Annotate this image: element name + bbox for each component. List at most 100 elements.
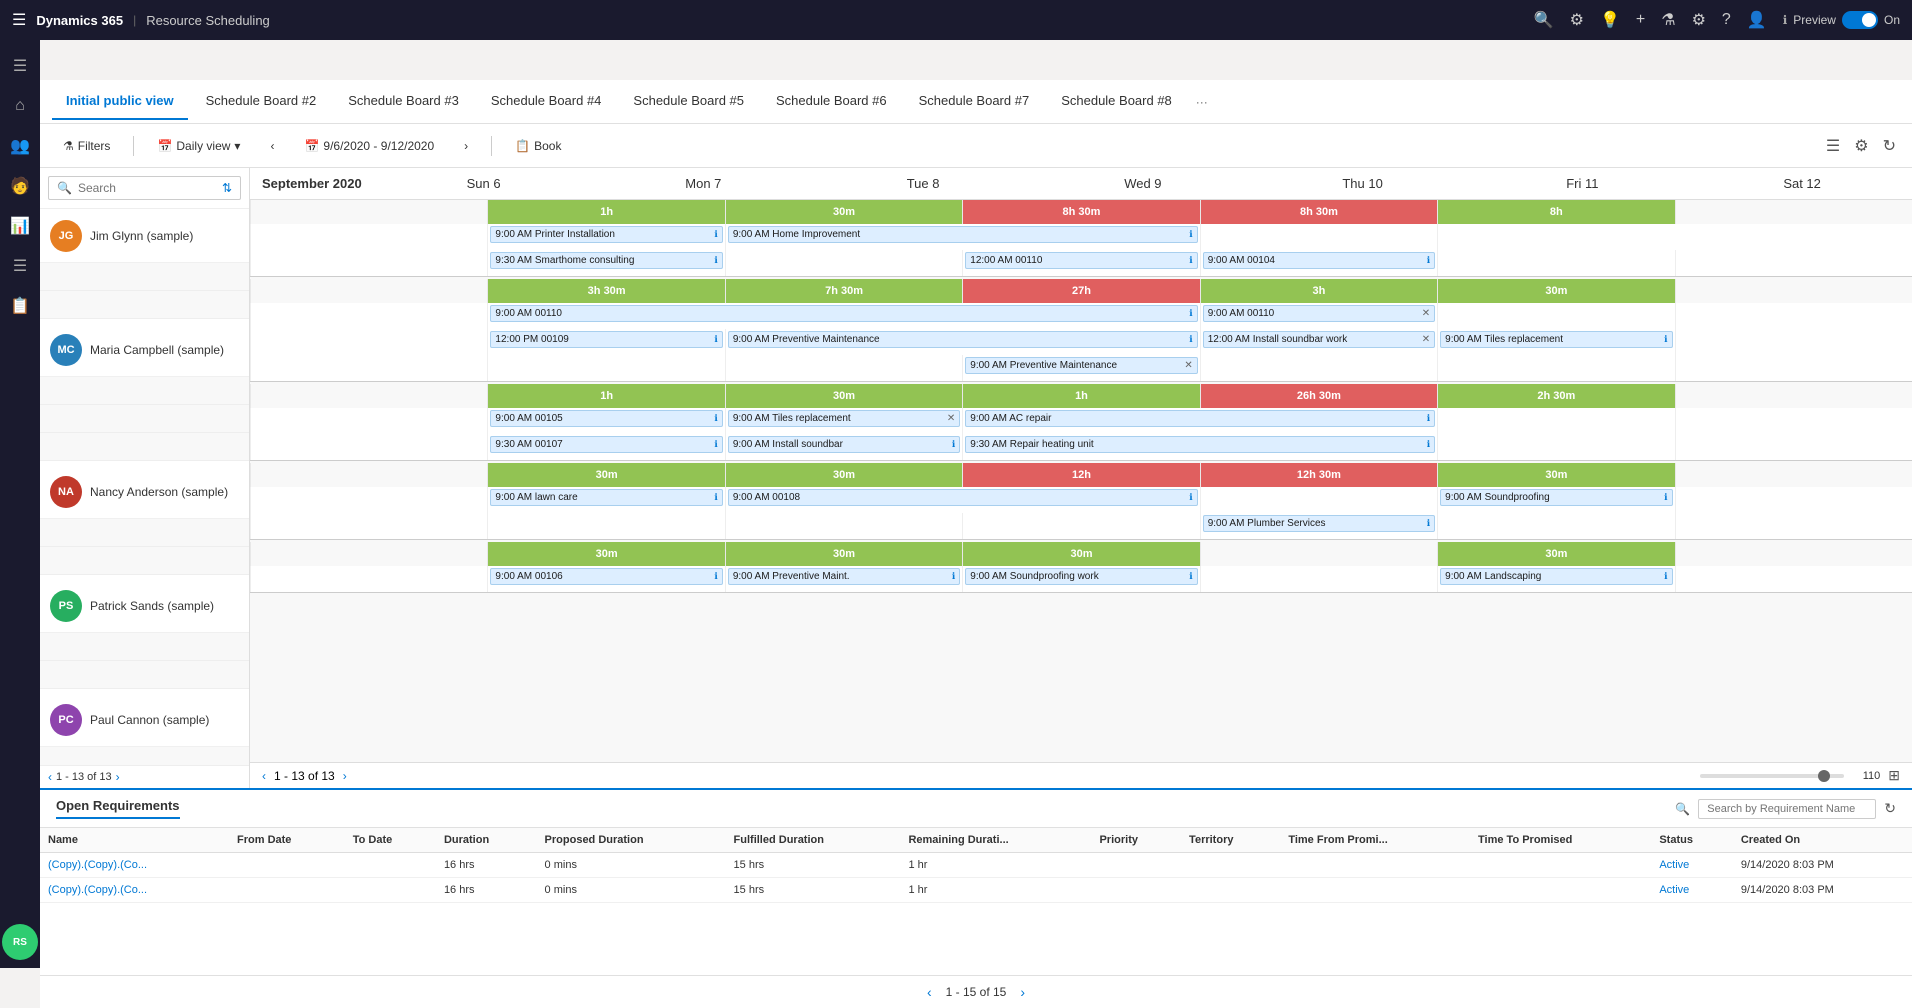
- refresh-button[interactable]: ↻: [1879, 132, 1900, 160]
- event-na-tiles-x[interactable]: 9:00 AM Tiles replacement ✕: [728, 410, 960, 427]
- tab-schedule-board-4[interactable]: Schedule Board #4: [477, 83, 616, 120]
- event-info-icon[interactable]: ℹ: [1189, 492, 1192, 503]
- event-close-icon[interactable]: ✕: [1422, 308, 1430, 319]
- event-ps-plumber[interactable]: 9:00 AM Plumber Services ℹ: [1203, 515, 1435, 532]
- help-icon[interactable]: ?: [1722, 11, 1731, 29]
- event-info-icon[interactable]: ℹ: [1189, 334, 1192, 345]
- nav-home[interactable]: ⌂: [2, 88, 38, 124]
- col-priority[interactable]: Priority: [1091, 828, 1181, 853]
- zoom-expand-button[interactable]: ⊞: [1888, 767, 1900, 784]
- event-ps-lawn[interactable]: 9:00 AM lawn care ℹ: [490, 489, 722, 506]
- event-na-00105[interactable]: 9:00 AM 00105 ℹ: [490, 410, 722, 427]
- search-icon[interactable]: 🔍: [1534, 10, 1554, 30]
- event-mc-prev-maint[interactable]: 9:00 AM Preventive Maintenance ℹ: [728, 331, 1198, 348]
- event-mc-soundbar-x[interactable]: 12:00 AM Install soundbar work ✕: [1203, 331, 1435, 348]
- plus-icon[interactable]: +: [1636, 11, 1645, 29]
- page-prev-button[interactable]: ‹: [921, 982, 938, 1002]
- event-ps-00108[interactable]: 9:00 AM 00108 ℹ: [728, 489, 1198, 506]
- bulb-icon[interactable]: 💡: [1600, 10, 1620, 30]
- tab-schedule-board-3[interactable]: Schedule Board #3: [334, 83, 473, 120]
- view-selector-button[interactable]: 📅 Daily view ▾: [146, 134, 251, 158]
- resource-item-ps[interactable]: PS Patrick Sands (sample): [40, 579, 249, 633]
- filters-button[interactable]: ⚗ Filters: [52, 134, 121, 158]
- search-input[interactable]: [78, 181, 216, 195]
- event-mc-00109[interactable]: 12:00 PM 00109 ℹ: [490, 331, 722, 348]
- event-info-icon[interactable]: ℹ: [952, 571, 955, 582]
- col-time-from[interactable]: Time From Promi...: [1280, 828, 1470, 853]
- tab-schedule-board-5[interactable]: Schedule Board #5: [619, 83, 758, 120]
- event-pc-landscaping[interactable]: 9:00 AM Landscaping ℹ: [1440, 568, 1672, 585]
- col-from-date[interactable]: From Date: [229, 828, 345, 853]
- date-range-button[interactable]: 📅 9/6/2020 - 9/12/2020: [293, 134, 445, 158]
- event-info-icon[interactable]: ℹ: [714, 439, 717, 450]
- list-view-button[interactable]: ☰: [1822, 132, 1844, 160]
- event-mc-prev-maint-x[interactable]: 9:00 AM Preventive Maintenance ✕: [965, 357, 1197, 374]
- col-to-date[interactable]: To Date: [345, 828, 436, 853]
- nav-person[interactable]: 🧑: [2, 168, 38, 204]
- event-pc-00106[interactable]: 9:00 AM 00106 ℹ: [490, 568, 722, 585]
- col-duration[interactable]: Duration: [436, 828, 537, 853]
- col-territory[interactable]: Territory: [1181, 828, 1280, 853]
- tab-schedule-board-6[interactable]: Schedule Board #6: [762, 83, 901, 120]
- book-button[interactable]: 📋 Book: [504, 134, 572, 158]
- event-mc-tiles[interactable]: 9:00 AM Tiles replacement ℹ: [1440, 331, 1672, 348]
- filter-icon[interactable]: ⚗: [1661, 10, 1675, 30]
- col-status[interactable]: Status: [1651, 828, 1733, 853]
- event-jg-00110[interactable]: 12:00 AM 00110 ℹ: [965, 252, 1197, 269]
- req-status-link-1[interactable]: Active: [1659, 859, 1689, 871]
- user-icon[interactable]: 👤: [1747, 10, 1767, 30]
- search-requirement-input[interactable]: [1707, 803, 1867, 815]
- nav-list[interactable]: ☰: [2, 248, 38, 284]
- res-prev-button[interactable]: ‹: [48, 770, 52, 784]
- settings-icon[interactable]: ⚙: [1570, 10, 1584, 30]
- event-info-icon[interactable]: ℹ: [1664, 334, 1667, 345]
- resource-item-pc[interactable]: PC Paul Cannon (sample): [40, 693, 249, 747]
- settings-button[interactable]: ⚙: [1850, 132, 1872, 160]
- event-jg-home-improvement[interactable]: 9:00 AM Home Improvement ℹ: [728, 226, 1198, 243]
- sort-icon[interactable]: ⇅: [222, 181, 232, 195]
- col-fulfilled-duration[interactable]: Fulfilled Duration: [726, 828, 901, 853]
- event-info-icon[interactable]: ℹ: [714, 413, 717, 424]
- hamburger-icon[interactable]: ☰: [12, 10, 26, 30]
- grid-prev-button[interactable]: ‹: [262, 769, 266, 783]
- nav-board[interactable]: 📋: [2, 288, 38, 324]
- col-name[interactable]: Name: [40, 828, 229, 853]
- event-info-icon[interactable]: ℹ: [714, 229, 717, 240]
- col-proposed-duration[interactable]: Proposed Duration: [537, 828, 726, 853]
- event-close-icon[interactable]: ✕: [1422, 334, 1430, 345]
- event-na-ac-repair[interactable]: 9:00 AM AC repair ℹ: [965, 410, 1435, 427]
- event-info-icon[interactable]: ℹ: [952, 439, 955, 450]
- col-created-on[interactable]: Created On: [1733, 828, 1912, 853]
- event-mc-00110-x[interactable]: 9:00 AM 00110 ✕: [1203, 305, 1435, 322]
- col-time-to[interactable]: Time To Promised: [1470, 828, 1651, 853]
- event-info-icon[interactable]: ℹ: [1189, 571, 1192, 582]
- nav-user-badge[interactable]: RS: [2, 924, 38, 960]
- event-info-icon[interactable]: ℹ: [1427, 439, 1430, 450]
- nav-hamburger[interactable]: ☰: [2, 48, 38, 84]
- event-info-icon[interactable]: ℹ: [714, 492, 717, 503]
- event-jg-printer[interactable]: 9:00 AM Printer Installation ℹ: [490, 226, 722, 243]
- event-na-00107[interactable]: 9:30 AM 00107 ℹ: [490, 436, 722, 453]
- event-mc-00110-wide[interactable]: 9:00 AM 00110 ℹ: [490, 305, 1197, 322]
- tabs-overflow[interactable]: ···: [1190, 87, 1214, 117]
- prev-date-button[interactable]: ‹: [259, 134, 285, 158]
- event-close-icon[interactable]: ✕: [1184, 360, 1192, 371]
- tab-initial-public-view[interactable]: Initial public view: [52, 83, 188, 120]
- col-remaining[interactable]: Remaining Durati...: [900, 828, 1091, 853]
- next-date-button[interactable]: ›: [453, 134, 479, 158]
- req-name-link-2[interactable]: (Copy).(Copy).(Co...: [48, 884, 147, 896]
- req-status-link-2[interactable]: Active: [1659, 884, 1689, 896]
- tab-schedule-board-8[interactable]: Schedule Board #8: [1047, 83, 1186, 120]
- event-info-icon[interactable]: ℹ: [1427, 413, 1430, 424]
- tab-schedule-board-7[interactable]: Schedule Board #7: [905, 83, 1044, 120]
- event-info-icon[interactable]: ℹ: [1427, 255, 1430, 266]
- gear-icon[interactable]: ⚙: [1692, 10, 1706, 30]
- event-jg-00104[interactable]: 9:00 AM 00104 ℹ: [1203, 252, 1435, 269]
- resource-item-jg[interactable]: JG Jim Glynn (sample): [40, 209, 249, 263]
- event-jg-smarthome[interactable]: 9:30 AM Smarthome consulting ℹ: [490, 252, 722, 269]
- event-info-icon[interactable]: ℹ: [1664, 492, 1667, 503]
- event-info-icon[interactable]: ℹ: [714, 571, 717, 582]
- req-refresh-button[interactable]: ↻: [1884, 800, 1896, 817]
- page-next-button[interactable]: ›: [1014, 982, 1031, 1002]
- preview-switch[interactable]: [1842, 11, 1878, 29]
